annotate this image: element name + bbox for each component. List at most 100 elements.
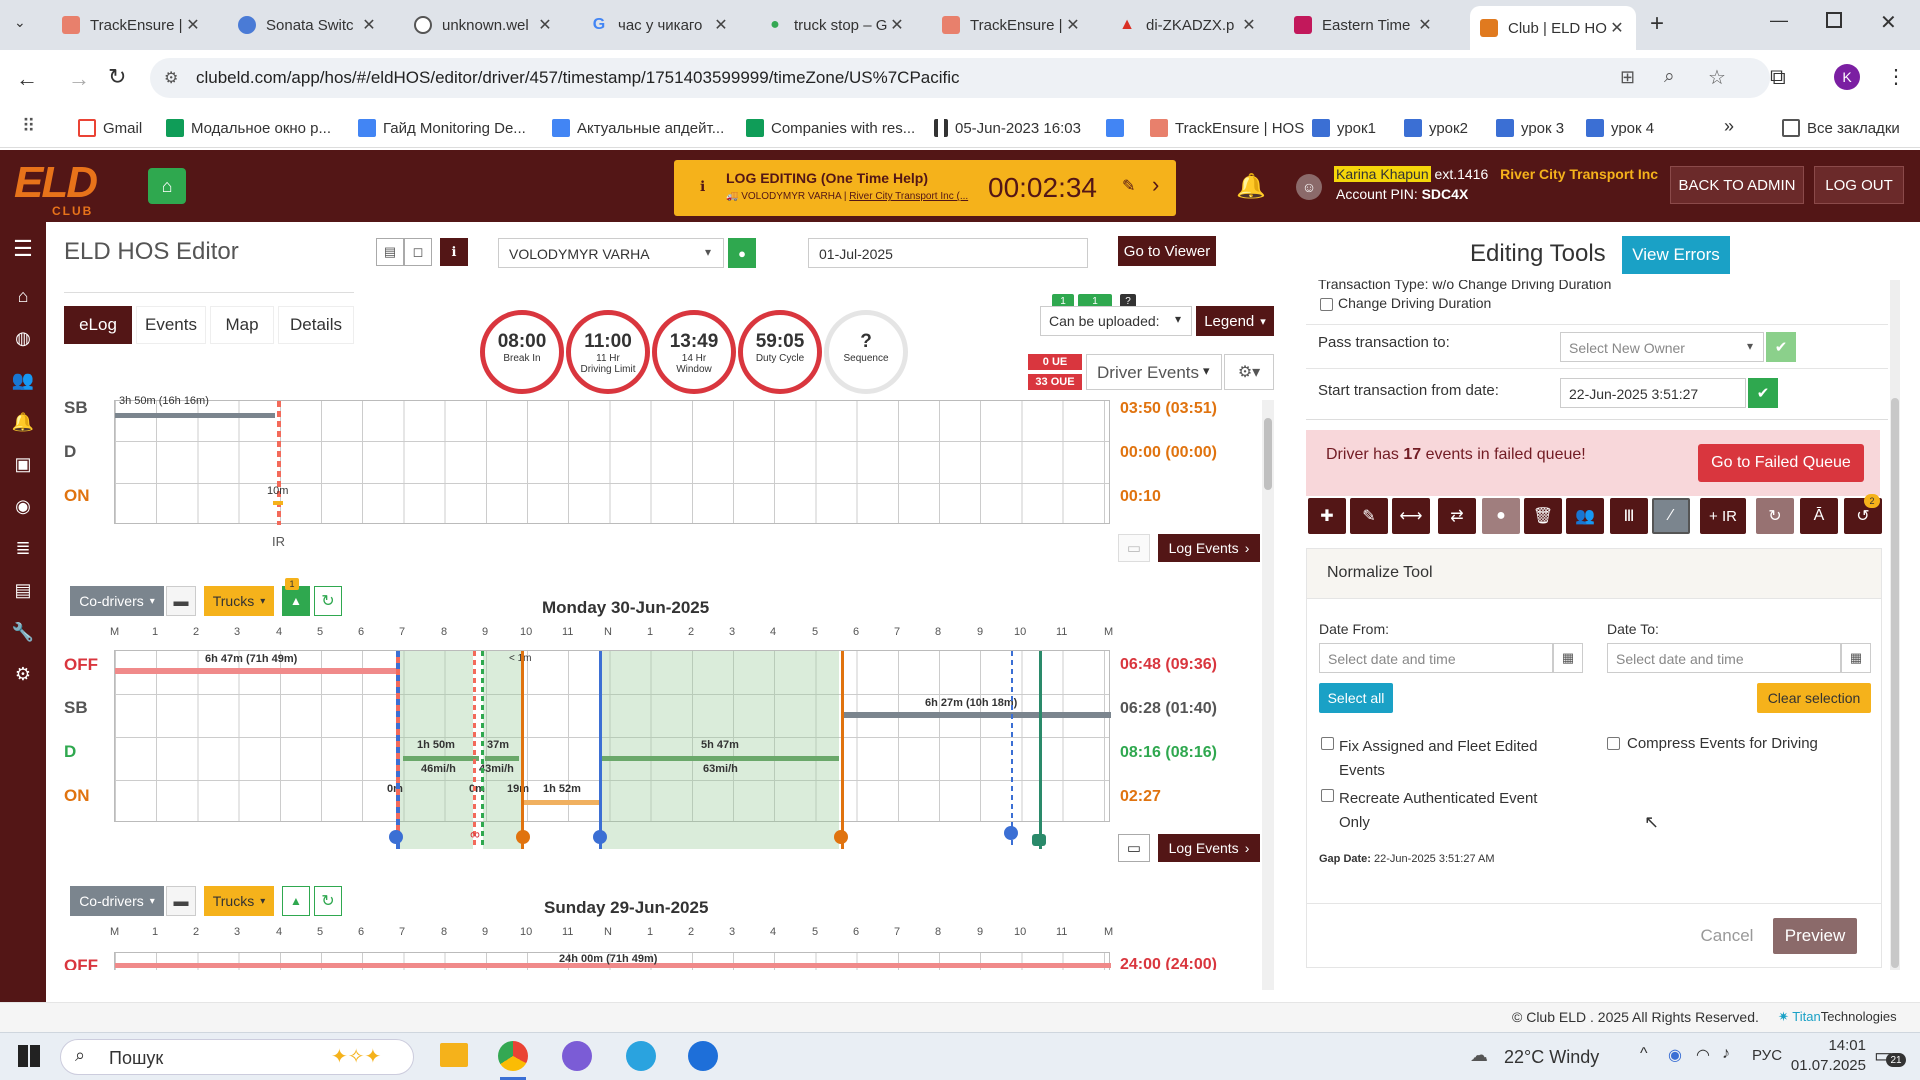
globe-icon[interactable]: ◍ (10, 328, 36, 350)
settings-gear-icon[interactable]: ⚙▾ (1224, 354, 1274, 390)
close-tab-icon[interactable]: ✕ (712, 15, 730, 35)
clear-selection-button[interactable]: Clear selection (1757, 683, 1871, 713)
cancel-button[interactable]: Cancel (1689, 918, 1765, 954)
columns-icon[interactable]: Ⅲ (1610, 498, 1648, 534)
more-bookmarks-icon[interactable]: » (1724, 116, 1734, 137)
browser-tab-active[interactable]: Club | ELD HO ✕ (1470, 6, 1636, 50)
tray-chevron-up-icon[interactable]: ^ (1640, 1045, 1648, 1063)
address-bar[interactable]: ⚙ clubeld.com/app/hos/#/eldHOS/editor/dr… (150, 58, 1770, 98)
restore-icon[interactable] (1826, 12, 1842, 28)
windows-start-icon[interactable] (18, 1045, 40, 1067)
language-indicator[interactable]: РУС (1752, 1047, 1782, 1064)
go-to-failed-queue-button[interactable]: Go to Failed Queue (1698, 444, 1864, 482)
truck-icon[interactable]: ▬ (166, 886, 196, 916)
bookmark-item[interactable]: Companies with res... (746, 116, 915, 140)
close-tab-icon[interactable]: ✕ (536, 15, 554, 35)
bookmark-item[interactable]: Gmail (78, 116, 142, 140)
browser-tab[interactable]: TrackEnsure | ✕ (932, 6, 1092, 44)
change-driving-checkbox[interactable] (1320, 298, 1333, 311)
settings-gear-icon[interactable]: ⚙ (10, 664, 36, 686)
log-events-button[interactable]: Log Events › (1158, 534, 1260, 562)
trucks-dropdown[interactable]: Trucks ▾ (204, 586, 274, 616)
close-tab-icon[interactable]: ✕ (1064, 15, 1082, 35)
browser-tab[interactable]: ▲ di-ZKADZX.p ✕ (1108, 6, 1268, 44)
new-tab-icon[interactable]: + (1650, 10, 1664, 38)
select-all-button[interactable]: Select all (1319, 683, 1393, 713)
compress-events-checkbox[interactable] (1607, 737, 1620, 750)
users-icon[interactable]: 👥 (10, 370, 36, 392)
event-link-icon[interactable]: ∞ (470, 826, 480, 842)
browser-tab[interactable]: Sonata Switc ✕ (228, 6, 388, 44)
vehicle-event-icon[interactable]: ▲ (282, 886, 310, 916)
trucks-dropdown[interactable]: Trucks ▾ (204, 886, 274, 916)
calendar-icon[interactable]: ▦ (1841, 643, 1871, 673)
day-log-graph[interactable]: 24h 00m (71h 49m) (114, 952, 1111, 970)
co-drivers-dropdown[interactable]: Co-drivers ▾ (70, 886, 164, 916)
editor-scrollbar-thumb[interactable] (1264, 418, 1272, 490)
forward-icon[interactable]: → (68, 66, 90, 92)
chevron-right-icon[interactable]: › (1152, 172, 1159, 198)
assign-driver-icon[interactable]: ● (1482, 498, 1520, 534)
delete-icon[interactable]: 🗑 (1524, 498, 1562, 534)
vehicle-event-icon[interactable]: ▲ (282, 586, 310, 616)
phone-app-icon[interactable] (688, 1041, 718, 1071)
tab-map[interactable]: Map (210, 306, 274, 344)
go-to-viewer-button[interactable]: Go to Viewer (1118, 236, 1216, 266)
back-icon[interactable]: ← (16, 66, 38, 92)
messenger-icon[interactable] (562, 1041, 592, 1071)
fix-assigned-checkbox[interactable] (1321, 737, 1334, 750)
zoom-icon[interactable]: ⌕ (1664, 66, 1675, 88)
driver-info-icon[interactable]: ℹ (440, 238, 468, 266)
edit-event-icon[interactable]: ✎ (1350, 498, 1388, 534)
can-be-uploaded-select[interactable]: Can be uploaded: ▾ (1040, 306, 1192, 336)
event-point-icon[interactable] (1004, 826, 1018, 840)
add-event-icon[interactable]: ✚ (1308, 498, 1346, 534)
location-icon[interactable]: ◉ (10, 496, 36, 518)
co-driver-icon[interactable]: 👥 (1566, 498, 1604, 534)
chrome-icon[interactable] (498, 1041, 528, 1071)
browser-tab[interactable]: unknown.wel ✕ (404, 6, 564, 44)
document-icon[interactable]: ▤ (376, 238, 404, 266)
close-tab-icon[interactable]: ✕ (888, 15, 906, 35)
oue-badge[interactable]: 33 OUE (1028, 374, 1082, 390)
weather-icon[interactable]: ☁ (1470, 1045, 1488, 1066)
calendar-icon[interactable]: ▦ (1553, 643, 1583, 673)
top-log-graph[interactable]: 3h 50m (16h 16m) 10m (114, 395, 1110, 525)
telegram-icon[interactable] (626, 1041, 656, 1071)
contacts-icon[interactable]: ▣ (10, 454, 36, 476)
reload-icon[interactable]: ↻ (108, 64, 126, 90)
taskbar-search[interactable]: ⌕ Пошук ✦✧✦ (60, 1039, 414, 1075)
close-tab-icon[interactable]: ✕ (184, 15, 202, 35)
bookmark-item[interactable]: Актуальные апдейт... (552, 116, 724, 140)
add-ir-button[interactable]: + IR (1700, 498, 1746, 534)
new-owner-select[interactable]: Select New Owner ▾ (1560, 332, 1764, 362)
translate-icon[interactable]: ⊞ (1620, 67, 1635, 88)
date-from-input[interactable]: Select date and time (1319, 643, 1553, 673)
sync-icon[interactable]: ↻ (1756, 498, 1794, 534)
tab-elog[interactable]: eLog (64, 306, 132, 344)
text-format-icon[interactable]: Ā (1800, 498, 1838, 534)
legend-button[interactable]: Legend ▾ (1196, 306, 1274, 336)
log-events-button[interactable]: Log Events › (1158, 834, 1260, 862)
bookmark-item[interactable] (1106, 116, 1131, 140)
browser-tab[interactable]: Gчас у чикаго ✕ (580, 6, 740, 44)
club-eld-logo[interactable]: ELD CLUB (14, 158, 98, 218)
back-to-admin-button[interactable]: BACK TO ADMIN (1670, 166, 1804, 204)
hamburger-menu-icon[interactable]: ☰ (10, 236, 36, 261)
close-tab-icon[interactable]: ✕ (360, 15, 378, 35)
bookmark-item[interactable]: урок1 (1312, 116, 1376, 140)
confirm-owner-check-icon[interactable]: ✔ (1766, 332, 1796, 362)
edit-icon[interactable]: ✎ (1122, 176, 1135, 196)
driver-select[interactable]: VOLODYMYR VARHA ▾ (498, 238, 724, 268)
preview-button[interactable]: Preview (1773, 918, 1857, 954)
bookmark-item[interactable]: Модальное окно р... (166, 116, 331, 140)
swap-events-icon[interactable]: ⇄ (1438, 498, 1476, 534)
extensions-icon[interactable]: ⧉ (1770, 64, 1786, 90)
site-info-icon[interactable]: ⚙ (164, 68, 178, 88)
id-card-icon[interactable]: ▤ (10, 580, 36, 602)
user-avatar-icon[interactable]: ☺ (1296, 174, 1322, 200)
clock-date[interactable]: 01.07.2025 (1780, 1057, 1866, 1074)
event-point-icon[interactable] (834, 830, 848, 844)
browser-menu-icon[interactable]: ⋮ (1886, 64, 1906, 89)
wifi-icon[interactable]: ◠ (1696, 1045, 1710, 1065)
